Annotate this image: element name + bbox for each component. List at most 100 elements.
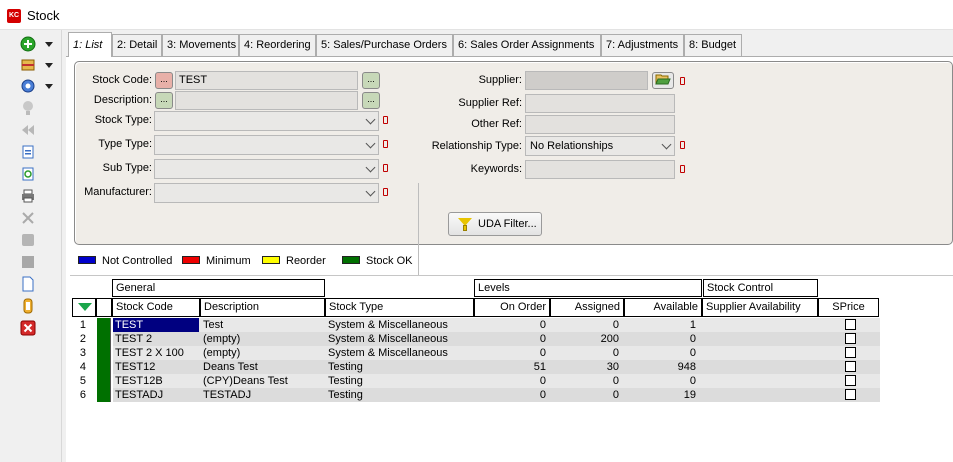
refresh-icon[interactable] (20, 166, 36, 182)
cell-assigned[interactable]: 0 (548, 318, 619, 332)
column-header-stock-type[interactable]: Stock Type (325, 298, 474, 317)
cell-description[interactable]: Test (203, 318, 323, 332)
cell-on-order[interactable]: 0 (474, 388, 546, 402)
tab-adjustments[interactable]: 7: Adjustments (601, 34, 684, 56)
table-row[interactable]: 6 TESTADJ TESTADJ Testing 0 0 19 (72, 388, 880, 402)
cell-assigned[interactable]: 0 (548, 346, 619, 360)
clip-icon[interactable] (20, 298, 36, 314)
cell-available[interactable]: 0 (622, 332, 696, 346)
legend-reorder: Reorder (262, 255, 326, 267)
stock-type-select[interactable] (154, 111, 379, 131)
cell-stock-type[interactable]: System & Miscellaneous (328, 318, 473, 332)
add-icon[interactable] (20, 36, 36, 52)
column-header-supplier-availability[interactable]: Supplier Availability (702, 298, 818, 317)
chevron-down-icon (365, 138, 376, 149)
document-icon[interactable] (20, 276, 36, 292)
close-icon[interactable] (20, 320, 36, 336)
description-button[interactable]: ... (155, 92, 173, 109)
table-row[interactable]: 3 TEST 2 X 100 (empty) System & Miscella… (72, 346, 880, 360)
cell-stock-type[interactable]: Testing (328, 388, 473, 402)
cell-stock-type[interactable]: Testing (328, 360, 473, 374)
cell-description[interactable]: (empty) (203, 346, 323, 360)
cell-on-order[interactable]: 0 (474, 346, 546, 360)
cell-assigned[interactable]: 0 (548, 388, 619, 402)
manufacturer-select[interactable] (154, 183, 379, 203)
cell-on-order[interactable]: 0 (474, 332, 546, 346)
type-type-select[interactable] (154, 135, 379, 155)
tab-detail[interactable]: 2: Detail (112, 34, 162, 56)
tab-list[interactable]: 1: List (68, 32, 112, 57)
cell-available[interactable]: 1 (622, 318, 696, 332)
sub-type-select[interactable] (154, 159, 379, 179)
cell-description[interactable]: (empty) (203, 332, 323, 346)
cell-stock-type[interactable]: Testing (328, 374, 473, 388)
import-icon[interactable] (20, 144, 36, 160)
add-dropdown-arrow[interactable] (45, 42, 53, 47)
supplier-field[interactable] (525, 71, 648, 90)
cell-on-order[interactable]: 51 (474, 360, 546, 374)
cell-stock-code[interactable]: TEST12 (115, 360, 199, 374)
sprice-checkbox[interactable] (845, 319, 856, 330)
cell-stock-type[interactable]: System & Miscellaneous (328, 332, 473, 346)
cell-stock-code[interactable]: TEST 2 (115, 332, 199, 346)
cell-stock-code[interactable]: TESTADJ (115, 388, 199, 402)
print-icon[interactable] (20, 188, 36, 204)
tab-reordering[interactable]: 4: Reordering (239, 34, 316, 56)
column-header-description[interactable]: Description (200, 298, 325, 317)
stock-code-field[interactable]: TEST (175, 71, 358, 90)
cell-stock-code[interactable]: TEST12B (115, 374, 199, 388)
cell-available[interactable]: 948 (622, 360, 696, 374)
cell-stock-type[interactable]: System & Miscellaneous (328, 346, 473, 360)
cell-description[interactable]: (CPY)Deans Test (203, 374, 323, 388)
tab-movements[interactable]: 3: Movements (162, 34, 239, 56)
tab-sales-order-assignments[interactable]: 6: Sales Order Assignments (453, 34, 601, 56)
cell-description[interactable]: TESTADJ (203, 388, 323, 402)
stock-code-clear-button[interactable]: ... (155, 72, 173, 89)
chevron-down-icon (365, 114, 376, 125)
description-field[interactable] (175, 91, 358, 110)
settings-dropdown-arrow[interactable] (45, 84, 53, 89)
sprice-checkbox[interactable] (845, 375, 856, 386)
cell-assigned[interactable]: 0 (548, 374, 619, 388)
column-header-status[interactable] (96, 298, 112, 317)
stock-code-label: Stock Code: (92, 74, 152, 86)
stock-code-lookup-button[interactable]: ... (362, 72, 380, 89)
other-ref-field[interactable] (525, 115, 675, 134)
sprice-checkbox[interactable] (845, 389, 856, 400)
cell-description[interactable]: Deans Test (203, 360, 323, 374)
sprice-checkbox[interactable] (845, 333, 856, 344)
column-header-stock-code[interactable]: Stock Code (112, 298, 200, 317)
supplier-ref-field[interactable] (525, 94, 675, 113)
description-lookup-button[interactable]: ... (362, 92, 380, 109)
relationship-type-select[interactable]: No Relationships (525, 136, 675, 156)
table-row[interactable]: 4 TEST12 Deans Test Testing 51 30 948 (72, 360, 880, 374)
cell-assigned[interactable]: 200 (548, 332, 619, 346)
cell-available[interactable]: 0 (622, 346, 696, 360)
settings-icon[interactable] (20, 78, 36, 94)
sprice-checkbox[interactable] (845, 347, 856, 358)
cell-assigned[interactable]: 30 (548, 360, 619, 374)
tab-budget[interactable]: 8: Budget (684, 34, 742, 56)
cell-stock-code[interactable]: TEST 2 X 100 (115, 346, 199, 360)
supplier-browse-button[interactable] (652, 72, 674, 89)
stock-icon[interactable] (20, 57, 36, 73)
cell-available[interactable]: 0 (622, 374, 696, 388)
cell-available[interactable]: 19 (622, 388, 696, 402)
keywords-field[interactable] (525, 160, 675, 179)
stock-dropdown-arrow[interactable] (45, 63, 53, 68)
uda-filter-button[interactable]: UDA Filter... (448, 212, 542, 236)
column-header-on-order[interactable]: On Order (474, 298, 550, 317)
column-header-assigned[interactable]: Assigned (550, 298, 624, 317)
tab-sales-purchase-orders[interactable]: 5: Sales/Purchase Orders (316, 34, 453, 56)
table-row[interactable]: 1 TEST Test System & Miscellaneous 0 0 1 (72, 318, 880, 332)
cell-stock-code[interactable]: TEST (113, 318, 199, 332)
cell-on-order[interactable]: 0 (474, 318, 546, 332)
cell-on-order[interactable]: 0 (474, 374, 546, 388)
table-row[interactable]: 5 TEST12B (CPY)Deans Test Testing 0 0 0 (72, 374, 880, 388)
column-header-available[interactable]: Available (624, 298, 702, 317)
stop-icon (22, 234, 34, 246)
column-header-sprice[interactable]: SPrice (818, 298, 879, 317)
sprice-checkbox[interactable] (845, 361, 856, 372)
rewind-icon (22, 125, 34, 135)
table-row[interactable]: 2 TEST 2 (empty) System & Miscellaneous … (72, 332, 880, 346)
